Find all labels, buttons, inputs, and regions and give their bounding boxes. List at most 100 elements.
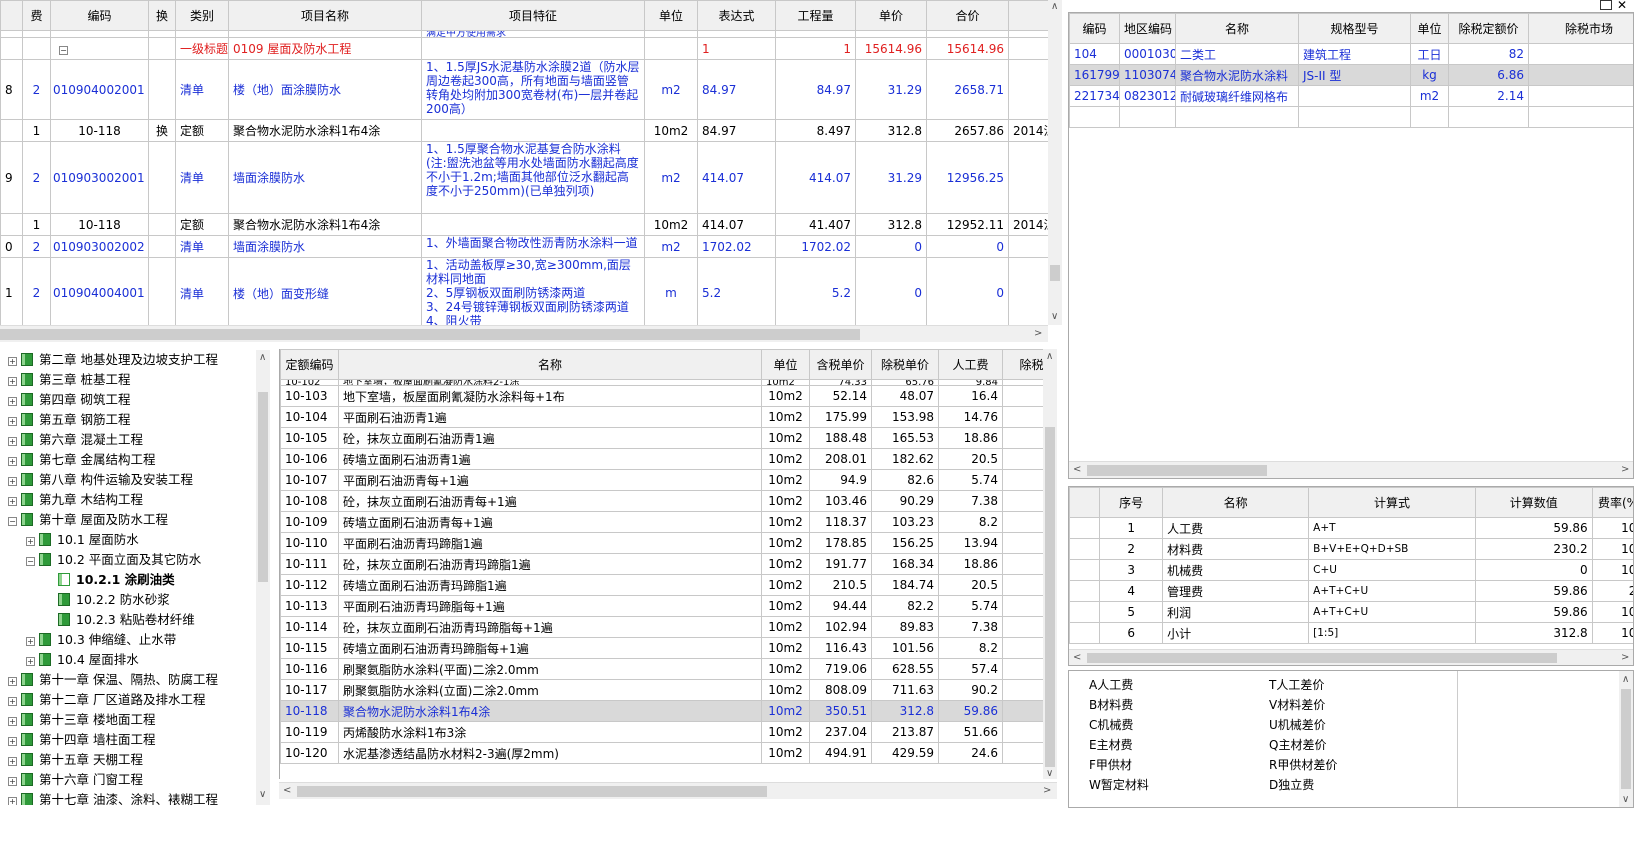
table-row[interactable]: 10400010301二类工建筑工程工日82 (1069, 43, 1633, 65)
column-header[interactable]: 表达式 (697, 0, 776, 31)
table-row[interactable]: 10-108 砼，抹灰立面刷石油沥青每+1遍 10m2 103.46 90.29 7.38 (280, 490, 1043, 512)
scroll-down-icon[interactable]: ∨ (1051, 312, 1058, 322)
bill-table-vscroll[interactable]: ∧ ∨ (1048, 0, 1062, 325)
tree-node[interactable]: + 第三章 桩基工程 (0, 370, 270, 390)
scroll-up-icon[interactable]: ∧ (1622, 675, 1629, 685)
tree-node[interactable]: +10.4 屋面排水 (0, 650, 270, 670)
collapse-icon[interactable]: − (8, 517, 17, 526)
column-header[interactable]: 名称 (1162, 487, 1310, 518)
scroll-thumb[interactable] (1087, 653, 1557, 663)
expand-icon[interactable]: + (8, 797, 17, 805)
tree-node[interactable]: + 第四章 砌筑工程 (0, 390, 270, 410)
scroll-thumb[interactable] (297, 786, 767, 797)
expand-icon[interactable]: + (26, 537, 35, 546)
table-row[interactable]: 6小计[1:5]312.8100 (1069, 622, 1633, 644)
tree-node[interactable]: +10.1 屋面防水 (0, 530, 270, 550)
scroll-down-icon[interactable]: ∨ (1622, 795, 1629, 805)
column-header[interactable]: 费率(%) (1591, 487, 1633, 518)
column-header[interactable]: 编码 (1069, 13, 1120, 44)
scroll-right-icon[interactable]: > (1034, 329, 1042, 339)
table-row[interactable]: 1人工费A+T59.86100 (1069, 517, 1633, 539)
table-row[interactable]: 10-116 刷聚氨脂防水涂料(平面)二涂2.0mm 10m2 719.06 628.5… (280, 658, 1043, 680)
scroll-up-icon[interactable]: ∧ (1051, 2, 1058, 12)
table-row[interactable]: 3机械费C+U0100 (1069, 559, 1633, 581)
column-header[interactable]: 工程量 (775, 0, 856, 31)
expand-icon[interactable]: + (26, 657, 35, 666)
expand-icon[interactable]: + (8, 377, 17, 386)
tree-node[interactable]: +10.3 伸缩缝、止水带 (0, 630, 270, 650)
expand-icon[interactable]: + (26, 637, 35, 646)
table-row[interactable]: 10-110 平面刷石油沥青玛蹄脂1遍 10m2 178.85 156.25 13.94 (280, 532, 1043, 554)
legend-vscroll[interactable]: ∧ ∨ (1619, 671, 1633, 807)
collapse-icon[interactable]: − (59, 45, 68, 55)
table-row[interactable]: 1 2 010904004001 清单 楼（地）面变形缝 1、活动盖板厚≥30,宽≥300… (0, 257, 1048, 325)
tree-node[interactable]: + 第十一章 保温、隔热、防腐工程 (0, 670, 270, 690)
table-row[interactable]: 10-107 平面刷石油沥青每+1遍 10m2 94.9 82.6 5.74 (280, 469, 1043, 491)
expand-icon[interactable]: + (8, 737, 17, 746)
table-row[interactable]: 5利润A+T+C+U59.86100 (1069, 601, 1633, 623)
table-row[interactable]: 10-109 砖墙立面刷石油沥青每+1遍 10m2 118.37 103.23 8.2 (280, 511, 1043, 533)
column-header[interactable]: 单位 (761, 349, 810, 380)
table-row[interactable]: 10-115 砖墙立面刷石油沥青玛蹄脂每+1遍 10m2 116.43 101.56 8.… (280, 637, 1043, 659)
column-header[interactable]: 计算式 (1308, 487, 1476, 518)
scroll-left-icon[interactable]: < (1073, 653, 1081, 663)
table-row[interactable]: 10-114 砼，抹灰立面刷石油沥青玛蹄脂每+1遍 10m2 102.94 89.83 7… (280, 616, 1043, 638)
table-row[interactable]: 10-120 水泥基渗透结晶防水材料2-3遍(厚2mm) 10m2 494.91 429… (280, 742, 1043, 764)
table-row[interactable]: 10-111 砼，抹灰立面刷石油沥青玛蹄脂1遍 10m2 191.77 168.34 18… (280, 553, 1043, 575)
column-header[interactable]: 除税定额价 (1448, 13, 1529, 44)
column-header[interactable]: 定额编码 (280, 349, 339, 380)
bill-table-hscroll[interactable]: > (0, 325, 1048, 342)
scroll-thumb[interactable] (1045, 427, 1055, 767)
column-header[interactable]: 编码 (50, 0, 149, 31)
table-row[interactable]: 1 10-118 定额 聚合物水泥防水涂料1布4涂 10m2 414.07 41.407 31… (0, 213, 1048, 236)
column-header[interactable]: 单价 (855, 0, 927, 31)
scroll-thumb[interactable] (0, 329, 860, 340)
tree-node[interactable]: + 第七章 金属结构工程 (0, 450, 270, 470)
tree-node[interactable]: + 第八章 构件运输及安装工程 (0, 470, 270, 490)
expand-icon[interactable]: + (8, 437, 17, 446)
tree-node[interactable]: + 第十四章 墙柱面工程 (0, 730, 270, 750)
table-row[interactable]: 10-117 刷聚氨脂防水涂料(立面)二涂2.0mm 10m2 808.09 711.6… (280, 679, 1043, 701)
expand-icon[interactable]: + (8, 497, 17, 506)
column-header[interactable]: 名称 (338, 349, 762, 380)
tree-node[interactable]: − 第十章 屋面及防水工程 (0, 510, 270, 530)
table-row[interactable]: 1 10-118 换定额 聚合物水泥防水涂料1布4涂 10m2 84.97 8.497 312… (0, 119, 1048, 142)
table-row[interactable]: 2材料费B+V+E+Q+D+SB230.2100 (1069, 538, 1633, 560)
scroll-down-icon[interactable]: ∨ (1046, 769, 1053, 779)
scroll-up-icon[interactable]: ∧ (259, 353, 266, 363)
tree-node[interactable]: 10.2.1 涂刷油类 (0, 570, 270, 590)
scroll-thumb[interactable] (1621, 689, 1631, 789)
column-header[interactable]: 计算数值 (1474, 487, 1593, 518)
expand-icon[interactable]: + (8, 777, 17, 786)
expand-icon[interactable]: + (8, 757, 17, 766)
column-header[interactable]: 项目特征 (421, 0, 645, 31)
expand-icon[interactable]: + (8, 417, 17, 426)
tree-node[interactable]: + 第十六章 门窗工程 (0, 770, 270, 790)
tree-node[interactable]: 10.2.2 防水砂浆 (0, 590, 270, 610)
tree-vscroll[interactable]: ∧ ∨ (256, 350, 270, 805)
tree-node[interactable]: + 第六章 混凝土工程 (0, 430, 270, 450)
table-row[interactable]: 10-118 聚合物水泥防水涂料1布4涂 10m2 350.51 312.8 59.86 (280, 700, 1043, 722)
column-header[interactable]: 除税市场 (1528, 13, 1633, 44)
quota-vscroll[interactable]: ∧ ∨ (1043, 349, 1057, 779)
column-header[interactable]: 地区编码 (1119, 13, 1176, 44)
scroll-thumb[interactable] (1050, 265, 1060, 281)
table-row-empty[interactable] (1069, 106, 1633, 128)
table-row[interactable]: 10-119 丙烯酸防水涂料1布3涂 10m2 237.04 213.87 51.66 (280, 721, 1043, 743)
expand-icon[interactable]: + (8, 677, 17, 686)
column-header[interactable]: 单位 (644, 0, 698, 31)
column-header[interactable]: 规格型号 (1298, 13, 1411, 44)
table-row[interactable]: − 一级标题 0109 屋面及防水工程 1 1 15614.96 15614.96 (0, 37, 1048, 60)
column-header[interactable]: 类别 (175, 0, 229, 31)
table-row[interactable]: 10-106 砖墙立面刷石油沥青1遍 10m2 208.01 182.62 20.5 (280, 448, 1043, 470)
tree-node[interactable]: + 第十五章 天棚工程 (0, 750, 270, 770)
expand-icon[interactable]: + (8, 477, 17, 486)
table-row[interactable]: 10-105 砼，抹灰立面刷石油沥青1遍 10m2 188.48 165.53 18.86 (280, 427, 1043, 449)
window-close-icon[interactable]: ✕ (1617, 0, 1627, 12)
tree-node[interactable]: + 第十二章 厂区道路及排水工程 (0, 690, 270, 710)
column-header[interactable]: 项目名称 (228, 0, 422, 31)
column-header[interactable]: 换 (148, 0, 176, 31)
scroll-up-icon[interactable]: ∧ (1046, 352, 1053, 362)
scroll-thumb[interactable] (258, 392, 268, 582)
collapse-icon[interactable]: − (26, 557, 35, 566)
